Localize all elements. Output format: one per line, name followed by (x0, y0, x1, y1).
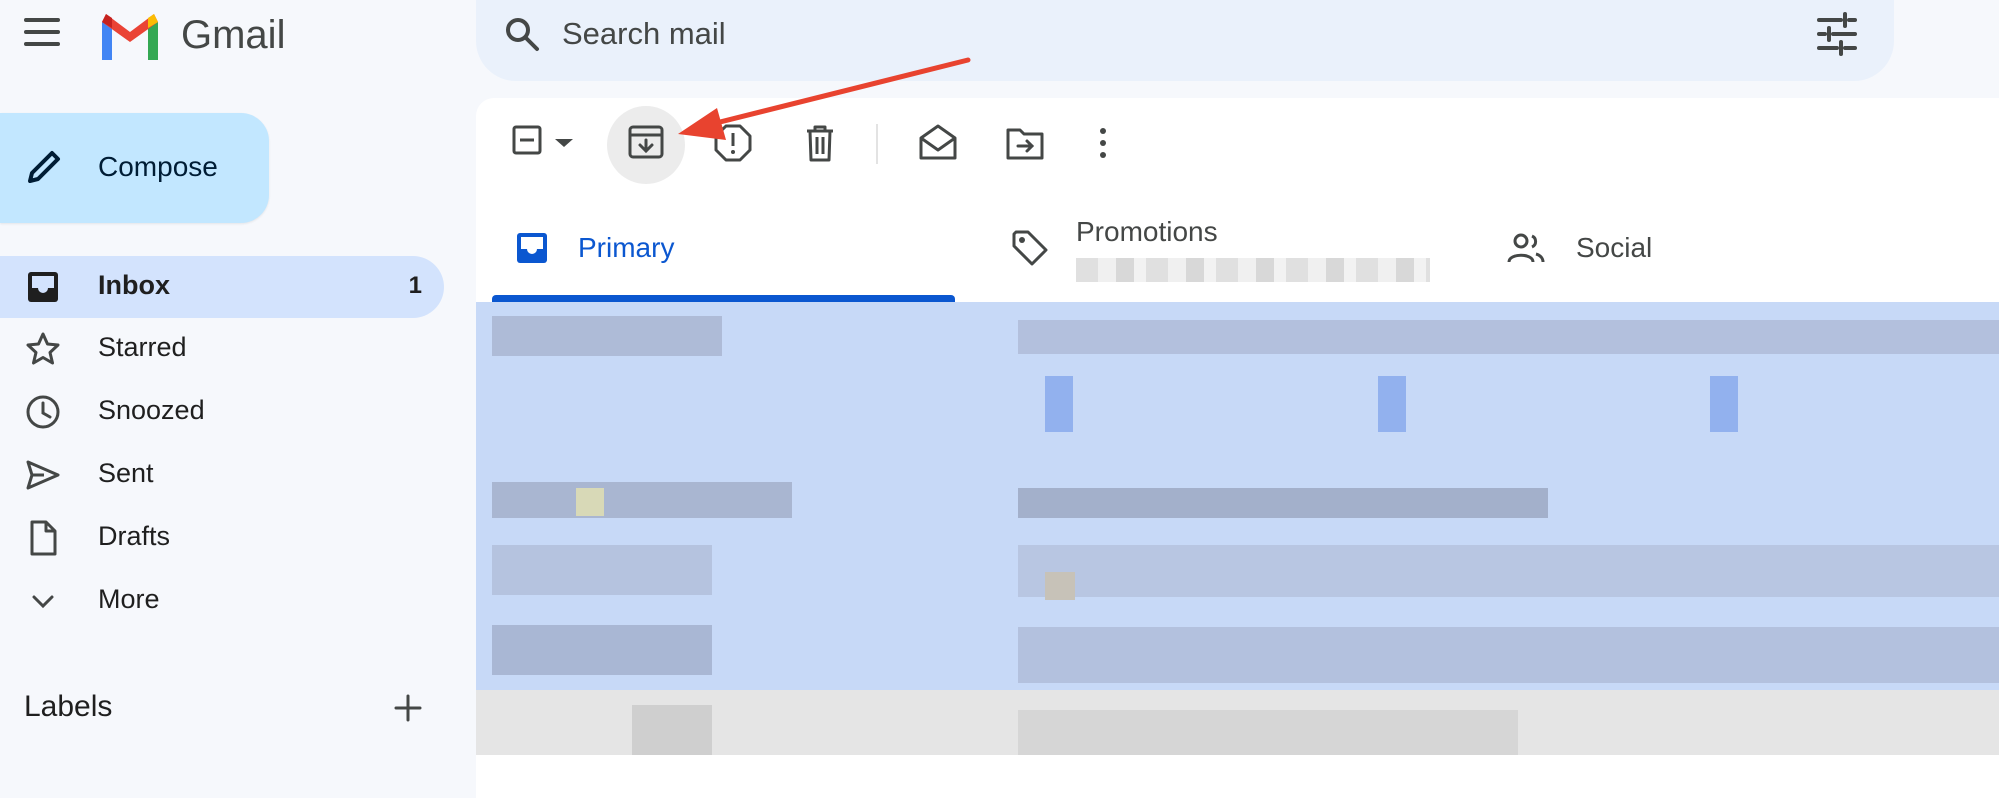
list-item[interactable] (492, 482, 792, 518)
list-item[interactable] (1018, 488, 1548, 518)
labels-heading: Labels (24, 690, 113, 723)
tab-label: Promotions (1076, 216, 1218, 247)
chevron-down-icon (24, 582, 62, 620)
promotions-preview-blurred (1076, 258, 1430, 282)
archive-icon[interactable] (625, 122, 671, 168)
plus-icon[interactable] (388, 688, 428, 728)
dropdown-arrow-icon[interactable] (551, 125, 577, 171)
email-list-blurred[interactable] (476, 302, 1999, 755)
tab-label: Social (1576, 232, 1653, 263)
tab-social[interactable]: Social (1500, 202, 1960, 298)
star-marker-blurred (576, 488, 604, 516)
sidebar-item-snoozed[interactable]: Snoozed (0, 381, 444, 443)
tab-primary[interactable]: Primary (492, 202, 955, 298)
pencil-icon (24, 147, 64, 187)
unread-count: 1 (408, 272, 422, 299)
star-icon (24, 330, 62, 368)
gmail-logo-icon (98, 12, 162, 60)
sidebar-item-label: Starred (98, 332, 187, 362)
draft-icon (24, 519, 62, 557)
sidebar-item-label: Snoozed (98, 395, 205, 425)
list-item (1710, 376, 1738, 432)
sidebar-item-drafts[interactable]: Drafts (0, 507, 444, 569)
sidebar-item-sent[interactable]: Sent (0, 444, 444, 506)
list-item[interactable] (492, 316, 722, 356)
tag-icon (1010, 228, 1050, 268)
sidebar-item-starred[interactable]: Starred (0, 318, 444, 380)
list-item[interactable] (1018, 320, 1999, 354)
search-icon[interactable] (502, 14, 542, 54)
sidebar-item-label: Inbox (98, 270, 170, 300)
list-item (632, 705, 712, 755)
app-name: Gmail (181, 13, 286, 57)
list-item[interactable] (492, 545, 712, 595)
checkbox-icon[interactable] (508, 121, 554, 167)
list-item (1018, 710, 1518, 755)
sidebar-item-label: More (98, 584, 160, 614)
clock-icon (24, 393, 62, 431)
sidebar-item-inbox[interactable]: Inbox 1 (0, 256, 444, 318)
sidebar-item-more[interactable]: More (0, 570, 444, 632)
active-tab-indicator (492, 295, 955, 302)
list-item[interactable] (1018, 545, 1999, 597)
trash-icon[interactable] (799, 122, 845, 168)
people-icon (1506, 228, 1546, 268)
move-to-icon[interactable] (1004, 122, 1050, 168)
search-input[interactable] (562, 14, 1762, 54)
send-icon (24, 456, 62, 494)
list-item[interactable] (1018, 627, 1999, 683)
list-item (1378, 376, 1406, 432)
inbox-icon (512, 228, 552, 268)
main-menu-button[interactable] (22, 18, 62, 50)
list-item (1045, 572, 1075, 600)
toolbar-divider (876, 124, 878, 164)
list-item[interactable] (492, 625, 712, 675)
search-options-icon[interactable] (1815, 12, 1859, 56)
sidebar-item-label: Sent (98, 458, 154, 488)
inbox-icon (24, 268, 62, 306)
tab-promotions[interactable]: Promotions (1000, 202, 1460, 298)
list-item (1045, 376, 1073, 432)
tab-label: Primary (578, 232, 675, 263)
more-options-icon[interactable] (1090, 122, 1136, 168)
report-spam-icon[interactable] (712, 122, 758, 168)
compose-label: Compose (98, 151, 218, 182)
sidebar-item-label: Drafts (98, 521, 171, 551)
mark-as-read-icon[interactable] (917, 122, 963, 168)
